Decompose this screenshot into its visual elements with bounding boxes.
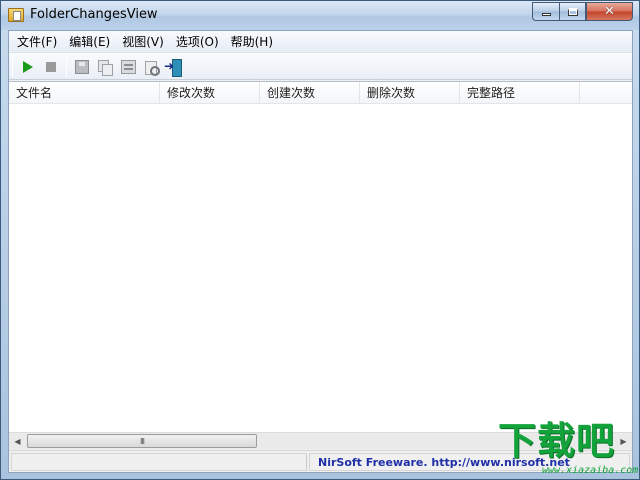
exit-icon xyxy=(164,59,182,77)
close-icon: ✕ xyxy=(604,4,615,19)
find-button[interactable] xyxy=(141,57,161,77)
start-button[interactable] xyxy=(18,57,38,77)
save-icon xyxy=(75,60,89,74)
find-icon xyxy=(144,60,160,76)
window-title: FolderChangesView xyxy=(30,7,158,22)
maximize-icon xyxy=(567,7,578,16)
save-button[interactable] xyxy=(72,57,92,77)
copy-icon xyxy=(98,60,113,76)
status-pane-items xyxy=(11,453,307,471)
column-header-created-count[interactable]: 创建次数 xyxy=(260,82,360,104)
properties-icon xyxy=(120,60,136,74)
column-header-deleted-count[interactable]: 删除次数 xyxy=(360,82,460,104)
minimize-button[interactable] xyxy=(532,2,559,21)
play-icon xyxy=(23,61,33,73)
copy-button[interactable] xyxy=(95,57,115,77)
column-headers: 文件名 修改次数 创建次数 删除次数 完整路径 xyxy=(9,82,632,104)
stop-icon xyxy=(46,62,56,72)
menu-file[interactable]: 文件(F) xyxy=(11,32,63,51)
menu-view[interactable]: 视图(V) xyxy=(116,32,170,51)
watermark-url: www.xiazaiba.com xyxy=(542,465,639,476)
title-bar[interactable]: FolderChangesView ✕ xyxy=(1,1,639,30)
close-button[interactable]: ✕ xyxy=(586,2,633,21)
properties-button[interactable] xyxy=(118,57,138,77)
client-area: 文件(F) 编辑(E) 视图(V) 选项(O) 帮助(H) ➜ 文件名 修改次数… xyxy=(8,30,633,473)
exit-button[interactable] xyxy=(164,57,184,77)
toolbar xyxy=(9,52,632,80)
minimize-icon xyxy=(541,13,551,16)
menu-edit[interactable]: 编辑(E) xyxy=(63,32,116,51)
column-header-filler xyxy=(580,82,632,104)
toolbar-grip xyxy=(12,57,13,77)
file-changes-list[interactable]: 文件名 修改次数 创建次数 删除次数 完整路径 xyxy=(9,81,632,432)
caption-buttons: ✕ xyxy=(532,2,633,21)
chevron-left-icon: ◀ xyxy=(14,437,21,446)
scroll-left-button[interactable]: ◀ xyxy=(9,433,26,450)
maximize-button[interactable] xyxy=(559,2,586,21)
menu-bar: 文件(F) 编辑(E) 视图(V) 选项(O) 帮助(H) xyxy=(9,31,632,51)
menu-options[interactable]: 选项(O) xyxy=(170,32,225,51)
watermark-text: 下载吧 xyxy=(498,419,616,463)
scroll-thumb[interactable]: III xyxy=(27,434,257,448)
toolbar-separator xyxy=(66,57,67,77)
menu-help[interactable]: 帮助(H) xyxy=(225,32,279,51)
app-window: FolderChangesView ✕ 文件(F) 编辑(E) 视图(V) 选项… xyxy=(0,0,640,480)
folder-app-icon xyxy=(8,8,24,22)
stop-button[interactable] xyxy=(41,57,61,77)
column-header-modified-count[interactable]: 修改次数 xyxy=(160,82,260,104)
grip-icon: III xyxy=(139,436,145,446)
column-header-filename[interactable]: 文件名 xyxy=(9,82,160,104)
watermark-logo: 下载吧 www.xiazaiba.com xyxy=(498,419,638,477)
column-header-full-path[interactable]: 完整路径 xyxy=(460,82,580,104)
